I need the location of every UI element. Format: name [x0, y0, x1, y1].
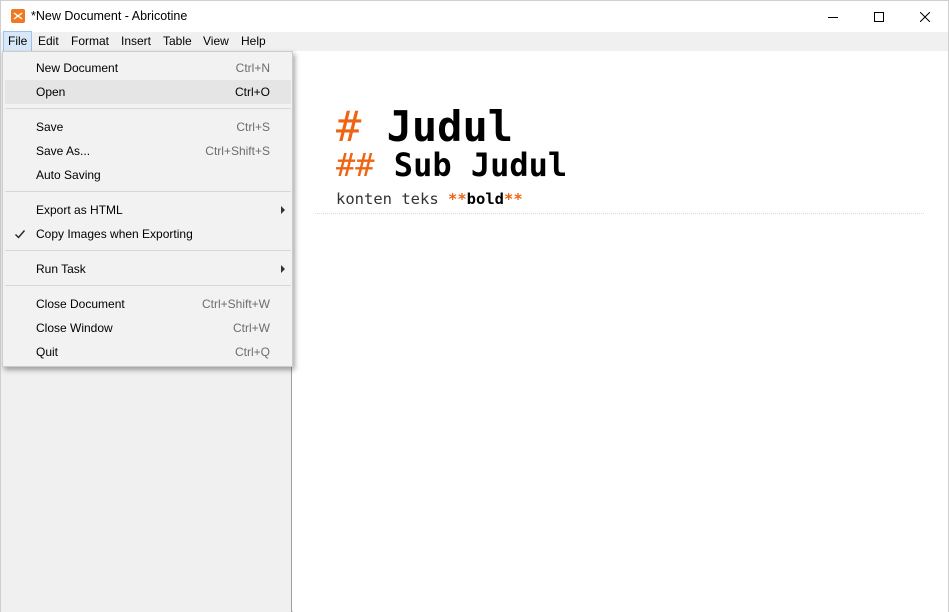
line-separator — [315, 213, 924, 214]
menu-item-export-html[interactable]: Export as HTML — [5, 198, 291, 222]
menu-table[interactable]: Table — [159, 32, 196, 51]
h2-text: Sub Judul — [393, 146, 568, 184]
menu-item-label: Run Task — [36, 262, 86, 276]
menu-item-shortcut: Ctrl+Shift+S — [205, 144, 270, 158]
menu-help[interactable]: Help — [237, 32, 270, 51]
menu-separator — [5, 285, 291, 286]
menu-item-shortcut: Ctrl+S — [236, 120, 270, 134]
menu-item-shortcut: Ctrl+O — [234, 85, 270, 99]
h1-marker: # — [336, 102, 362, 151]
minimize-icon — [828, 16, 838, 18]
menu-item-new-document[interactable]: New Document Ctrl+N — [5, 56, 291, 80]
close-icon — [920, 11, 930, 22]
close-button[interactable] — [902, 1, 948, 32]
menu-item-label: New Document — [36, 61, 119, 75]
h1-text: Judul — [386, 102, 514, 151]
editor-area[interactable]: # Judul ## Sub Judul konten teks **bold*… — [293, 51, 948, 612]
menu-item-label: Save As... — [36, 144, 91, 158]
menu-item-label: Auto Saving — [36, 168, 101, 182]
menu-item-shortcut: Ctrl+Q — [234, 345, 270, 359]
checkmark-icon — [15, 230, 26, 239]
bold-close-marker: ** — [503, 190, 523, 208]
menu-file[interactable]: File — [2, 31, 33, 52]
menu-item-shortcut: Ctrl+W — [233, 321, 270, 335]
app-window: *New Document - Abricotine File Edit For… — [0, 0, 949, 612]
menu-item-run-task[interactable]: Run Task — [5, 257, 291, 281]
menu-item-close-window[interactable]: Close Window Ctrl+W — [5, 316, 291, 340]
maximize-button[interactable] — [856, 1, 902, 32]
menu-item-label: Save — [36, 120, 64, 134]
menu-item-close-document[interactable]: Close Document Ctrl+Shift+W — [5, 292, 291, 316]
menu-bar: File Edit Format Insert Table View Help — [1, 31, 948, 52]
file-menu-dropdown: New Document Ctrl+N Open Ctrl+O Save Ctr… — [2, 51, 293, 367]
menu-item-shortcut: Ctrl+Shift+W — [201, 297, 270, 311]
menu-item-label: Export as HTML — [36, 203, 123, 217]
menu-edit[interactable]: Edit — [34, 32, 63, 51]
minimize-button[interactable] — [810, 1, 856, 32]
h2-marker: ## — [336, 146, 375, 184]
menu-item-label: Copy Images when Exporting — [36, 227, 193, 241]
menu-separator — [5, 250, 291, 251]
heading-2-line[interactable]: ## Sub Judul — [336, 147, 567, 183]
menu-item-label: Close Document — [36, 297, 125, 311]
paragraph-text: konten teks — [336, 190, 448, 208]
menu-item-save-as[interactable]: Save As... Ctrl+Shift+S — [5, 139, 291, 163]
menu-item-quit[interactable]: Quit Ctrl+Q — [5, 340, 291, 364]
menu-separator — [5, 108, 291, 109]
menu-item-label: Close Window — [36, 321, 113, 335]
menu-insert[interactable]: Insert — [117, 32, 155, 51]
menu-item-label: Quit — [36, 345, 59, 359]
menu-view[interactable]: View — [199, 32, 233, 51]
abricotine-icon — [11, 9, 25, 23]
menu-item-open[interactable]: Open Ctrl+O — [5, 80, 291, 104]
paragraph-line[interactable]: konten teks **bold** — [336, 189, 523, 209]
window-title: *New Document - Abricotine — [31, 9, 188, 23]
bold-text: bold — [466, 190, 504, 208]
menu-item-copy-images[interactable]: Copy Images when Exporting — [5, 222, 291, 246]
menu-item-shortcut: Ctrl+N — [235, 61, 270, 75]
submenu-arrow-icon — [281, 265, 285, 273]
bold-open-marker: ** — [447, 190, 467, 208]
submenu-arrow-icon — [281, 206, 285, 214]
title-bar[interactable]: *New Document - Abricotine — [1, 1, 948, 32]
heading-1-line[interactable]: # Judul — [336, 103, 513, 151]
menu-separator — [5, 191, 291, 192]
menu-item-auto-saving[interactable]: Auto Saving — [5, 163, 291, 187]
menu-item-save[interactable]: Save Ctrl+S — [5, 115, 291, 139]
menu-item-label: Open — [36, 85, 66, 99]
maximize-icon — [874, 11, 884, 22]
menu-format[interactable]: Format — [67, 32, 113, 51]
